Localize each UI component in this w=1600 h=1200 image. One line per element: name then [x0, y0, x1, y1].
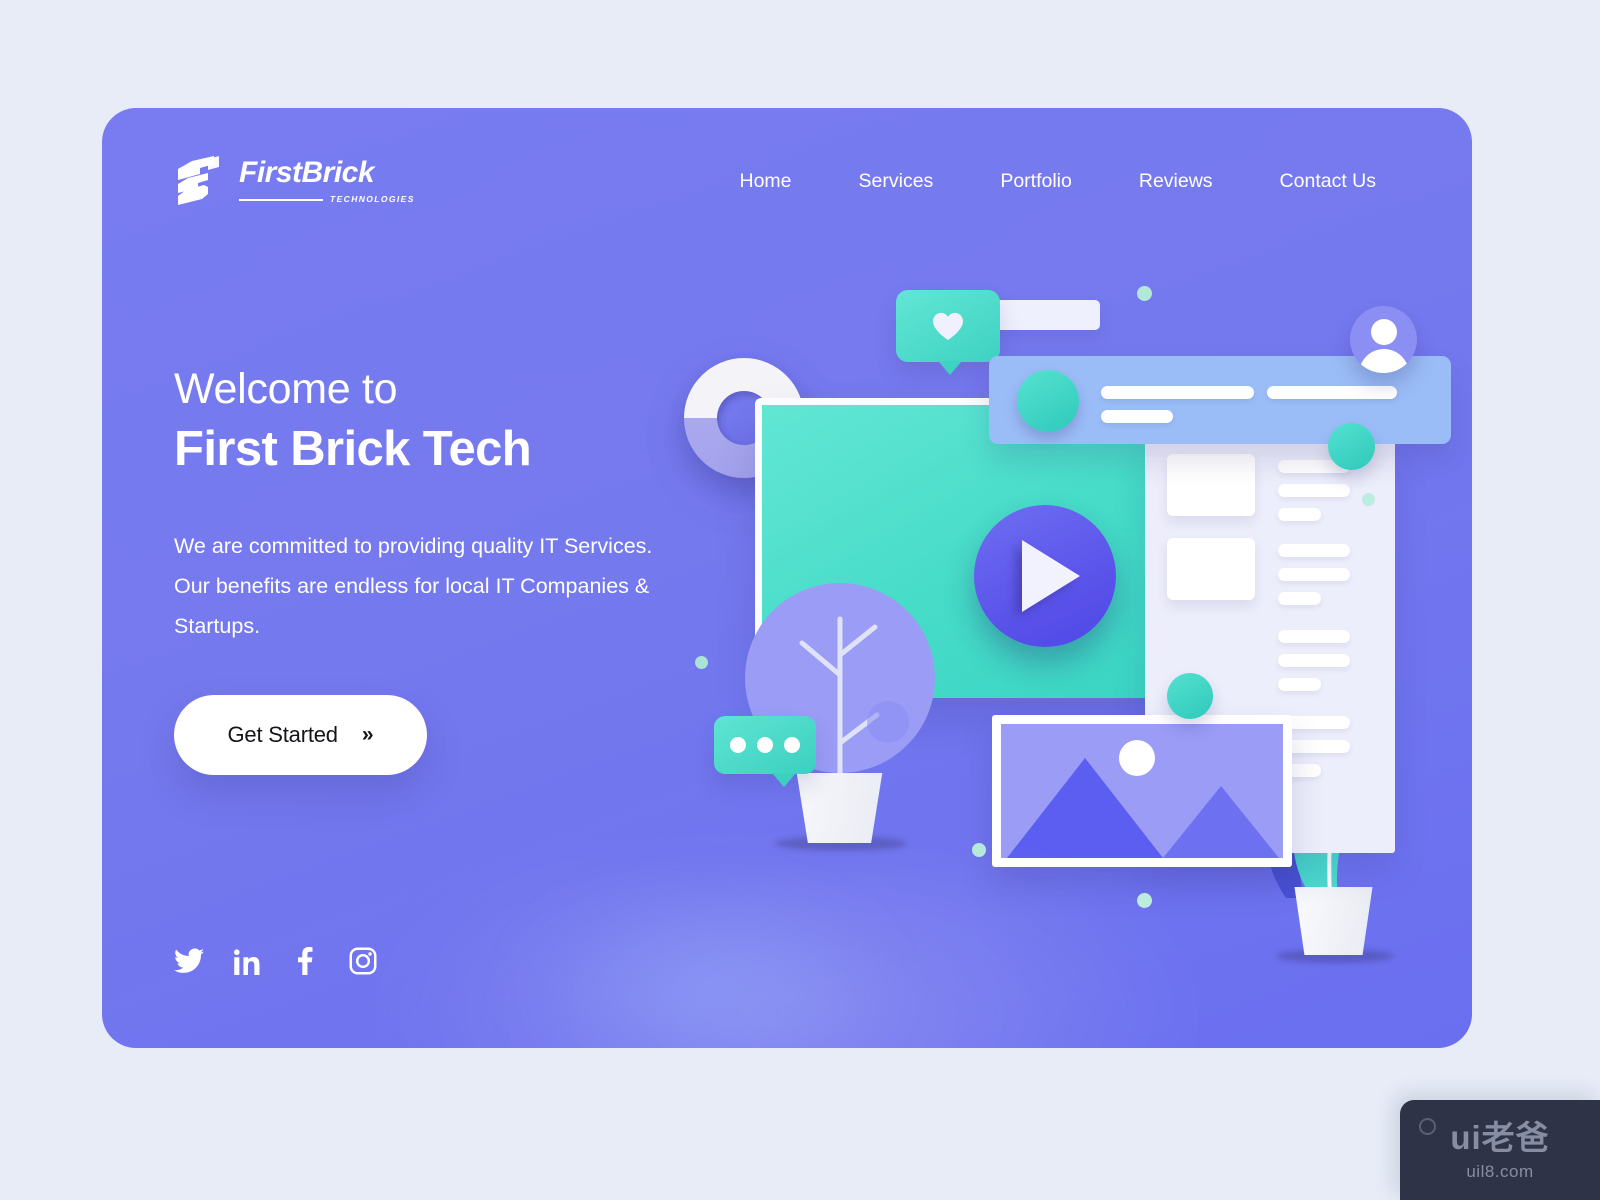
sun-shape	[1119, 740, 1155, 776]
main-navigation: Home Services Portfolio Reviews Contact …	[740, 170, 1377, 193]
brand-logo[interactable]: FirstBrick TECHNOLOGIES	[174, 153, 415, 209]
avatar-head	[1371, 319, 1397, 345]
watermark-title: ui老爸	[1450, 1119, 1550, 1156]
instagram-icon[interactable]	[348, 946, 378, 976]
nav-item-home[interactable]: Home	[740, 170, 792, 193]
floating-dot-mint	[695, 656, 708, 669]
floating-dot-mint	[1137, 286, 1152, 301]
logo-rule	[239, 198, 323, 201]
profile-avatar-circle	[1017, 370, 1079, 432]
list-text-line	[1278, 678, 1321, 691]
twitter-icon[interactable]	[174, 946, 204, 976]
image-card	[992, 715, 1292, 867]
chat-dot	[784, 737, 800, 753]
firstbrick-logo-icon	[178, 156, 219, 205]
profile-text-line	[1101, 410, 1173, 423]
play-icon	[1022, 540, 1080, 612]
hero-illustration	[677, 278, 1451, 1048]
brand-tagline-row: TECHNOLOGIES	[239, 195, 415, 204]
nav-item-portfolio[interactable]: Portfolio	[1000, 170, 1072, 193]
hero-paragraph: We are committed to providing quality IT…	[174, 533, 653, 638]
list-thumbnail	[1167, 454, 1255, 516]
list-text-line	[1278, 654, 1350, 667]
floating-dot-mint	[1362, 493, 1375, 506]
list-text-line	[1278, 544, 1350, 557]
brand-name: FirstBrick	[239, 156, 375, 190]
heart-notification-bubble	[896, 290, 1000, 375]
nav-item-contact-us[interactable]: Contact Us	[1280, 170, 1376, 193]
get-started-button[interactable]: Get Started »	[174, 694, 427, 775]
screen: FirstBrick TECHNOLOGIES Home Services Po…	[0, 0, 1600, 1200]
floating-dot-mint	[972, 843, 986, 857]
profile-text-line	[1101, 386, 1254, 399]
list-text-line	[1278, 630, 1350, 643]
plant-pot	[1294, 887, 1373, 955]
hero-eyebrow: Welcome to	[174, 365, 398, 413]
floating-dot-teal	[1328, 423, 1375, 470]
watermark-url: uil8.com	[1466, 1162, 1534, 1181]
tree-accent-dot	[867, 701, 909, 743]
list-text-line	[1278, 508, 1321, 521]
site-header: FirstBrick TECHNOLOGIES Home Services Po…	[102, 108, 1472, 258]
chat-dot	[757, 737, 773, 753]
brand-tagline: TECHNOLOGIES	[330, 194, 415, 205]
list-text-line	[1278, 568, 1350, 581]
potted-tree	[729, 583, 944, 851]
heart-icon	[933, 312, 963, 340]
facebook-icon[interactable]	[290, 946, 320, 976]
double-chevron-right-icon: »	[361, 723, 374, 746]
profile-text-line	[1267, 386, 1397, 399]
play-button[interactable]	[974, 505, 1116, 647]
watermark: ui老爸 uil8.com	[1400, 1100, 1600, 1200]
chat-dots-bubble	[714, 716, 816, 787]
image-placeholder-icon	[1001, 724, 1283, 858]
avatar	[1350, 306, 1417, 373]
tree-pot	[796, 773, 883, 843]
social-links	[174, 946, 378, 976]
mountain-shape	[1163, 786, 1279, 858]
get-started-label: Get Started	[227, 721, 339, 747]
hero-copy: Welcome to First Brick Tech We are commi…	[174, 365, 714, 775]
nav-item-services[interactable]: Services	[859, 170, 934, 193]
nav-item-reviews[interactable]: Reviews	[1139, 170, 1213, 193]
linkedin-icon[interactable]	[232, 946, 262, 976]
list-text-line	[1278, 484, 1350, 497]
floating-dot-teal	[1167, 673, 1213, 719]
chat-dot	[730, 737, 746, 753]
list-text-line	[1278, 592, 1321, 605]
page-title: First Brick Tech	[174, 422, 532, 477]
hero-card: FirstBrick TECHNOLOGIES Home Services Po…	[102, 108, 1472, 1048]
list-thumbnail	[1167, 538, 1255, 600]
floating-dot-mint	[1137, 893, 1152, 908]
avatar-body	[1359, 349, 1409, 373]
